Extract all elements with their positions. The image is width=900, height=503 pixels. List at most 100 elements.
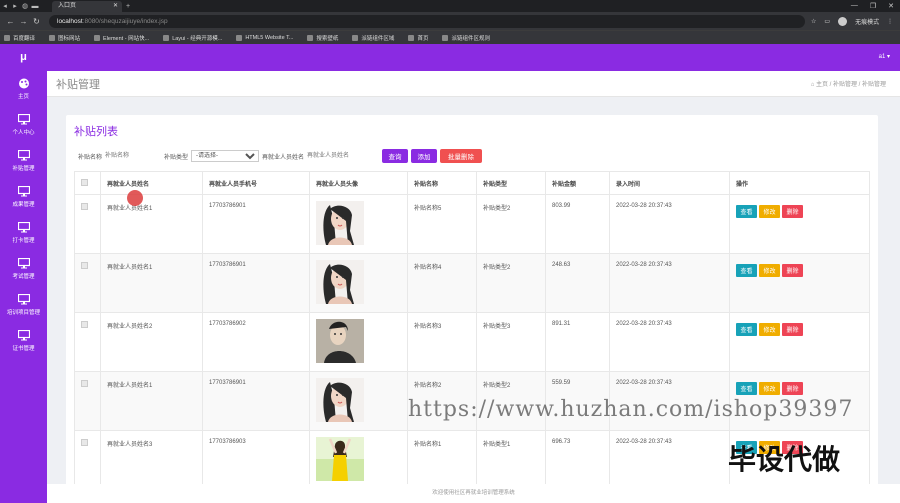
bookmark-item[interactable]: Layui - 经典开源模... xyxy=(163,34,222,42)
restore-icon[interactable]: ❐ xyxy=(870,2,876,10)
delete-button[interactable]: 删除 xyxy=(782,323,803,336)
cell-avatar xyxy=(309,194,408,254)
delete-button[interactable]: 删除 xyxy=(782,382,803,395)
bookmark-label: 图标网站 xyxy=(58,35,81,42)
card-title: 补贴列表 xyxy=(74,126,118,138)
bookmark-icon xyxy=(442,34,449,41)
watermark-url: https://www.huzhan.com/ishop39397 xyxy=(408,397,854,422)
batch-delete-button[interactable]: 批量删除 xyxy=(440,149,483,163)
palette-icon xyxy=(18,78,29,89)
tab-list-icon[interactable]: ▸ xyxy=(10,2,20,10)
cell-name: 再就业人员姓名1 xyxy=(100,253,203,313)
star-icon[interactable]: ☆ xyxy=(811,18,816,25)
tab-search-icon[interactable]: ◂ xyxy=(0,2,10,10)
delete-button[interactable]: 删除 xyxy=(782,264,803,277)
subsidy-name-input[interactable] xyxy=(102,150,163,162)
edit-button[interactable]: 修改 xyxy=(759,323,780,336)
back-icon[interactable]: ← xyxy=(4,17,17,26)
row-checkbox[interactable] xyxy=(81,203,88,210)
subsidy-type-select[interactable]: -请选择- xyxy=(191,150,260,162)
cell-avatar xyxy=(309,312,408,372)
window-controls: — ❐ ✕ xyxy=(851,2,900,10)
cell-subsidy: 补贴名称5 xyxy=(407,194,477,254)
bookmark-item[interactable]: 百度翻译 xyxy=(4,34,35,42)
view-button[interactable]: 查看 xyxy=(736,205,757,218)
row-checkbox[interactable] xyxy=(81,262,88,269)
menu-icon[interactable]: ⋮ xyxy=(887,18,893,25)
url-field[interactable]: localhost:8080/shequzaijiuye/index.jsp xyxy=(49,14,805,28)
sidebar-item-1[interactable]: 个人中心 xyxy=(0,107,47,143)
url-host: localhost xyxy=(57,17,83,25)
monitor-icon xyxy=(17,150,30,161)
cell-amount: 696.73 xyxy=(545,430,610,490)
sidebar-item-2[interactable]: 补贴管理 xyxy=(0,143,47,179)
breadcrumb[interactable]: ⌂ 主页 / 补贴管理 / 补贴管理 xyxy=(811,79,886,88)
bookmark-icon xyxy=(307,34,314,41)
sidebar-item-3[interactable]: 成果管理 xyxy=(0,179,47,215)
avatar xyxy=(316,437,364,481)
cell-phone: 17703786901 xyxy=(202,194,310,254)
edit-button[interactable]: 修改 xyxy=(759,205,780,218)
reload-icon[interactable]: ↻ xyxy=(30,17,43,26)
bookmark-item[interactable]: Element - 网站快... xyxy=(94,34,149,42)
user-menu[interactable]: a1 ▾ xyxy=(879,53,890,60)
bookmark-icon xyxy=(408,34,415,41)
cell-time: 2022-03-28 20:37:43 xyxy=(609,253,730,313)
new-tab-icon[interactable]: + xyxy=(126,3,130,10)
add-button[interactable]: 添加 xyxy=(411,149,438,163)
browser-tab[interactable]: 入口页 ✕ xyxy=(52,0,122,12)
edit-button[interactable]: 修改 xyxy=(759,264,780,277)
search-bar: 补贴名称 补贴类型 -请选择- 再就业人员姓名 查询 添加 批量删除 xyxy=(78,149,483,163)
bookmark-icon xyxy=(49,34,56,41)
tab-close-icon[interactable]: ✕ xyxy=(113,1,118,12)
sidebar-item-label: 培训项目管理 xyxy=(6,310,40,316)
view-button[interactable]: 查看 xyxy=(736,323,757,336)
delete-button[interactable]: 删除 xyxy=(782,205,803,218)
bookmark-item[interactable]: 派链组件区域 xyxy=(352,34,394,42)
select-all-checkbox[interactable] xyxy=(81,178,88,186)
bookmark-label: 搜索壁纸 xyxy=(316,35,339,42)
view-button[interactable]: 查看 xyxy=(736,264,757,277)
cell-type: 补贴类型3 xyxy=(476,312,546,372)
close-window-icon[interactable]: ✕ xyxy=(888,2,894,10)
table-row: 再就业人员姓名2 17703786902 补贴名称3 补贴类型3 891.31 2022-… xyxy=(74,312,870,372)
query-button[interactable]: 查询 xyxy=(382,149,409,163)
col-header: 补贴类型 xyxy=(476,171,546,195)
sidebar-item-4[interactable]: 打卡管理 xyxy=(0,215,47,251)
minimize-icon[interactable]: — xyxy=(851,2,858,10)
bookmark-item[interactable]: 搜索壁纸 xyxy=(307,34,338,42)
tab-icon[interactable]: ▬ xyxy=(30,3,40,10)
forward-icon[interactable]: → xyxy=(17,17,30,26)
bookmark-item[interactable]: HTML5 Website T... xyxy=(236,34,293,41)
sidebar-item-label: 补贴管理 xyxy=(12,166,35,172)
bookmark-item[interactable]: 首页 xyxy=(408,34,428,42)
row-checkbox[interactable] xyxy=(81,380,88,387)
profile-label[interactable]: 无痕模式 xyxy=(855,17,879,26)
incognito-avatar[interactable] xyxy=(838,16,848,26)
bookmark-item[interactable]: 派链组件区规则 xyxy=(442,34,490,42)
cell-time: 2022-03-28 20:37:43 xyxy=(609,430,730,490)
bookmark-icon xyxy=(352,34,359,41)
sidebar-item-7[interactable]: 证书管理 xyxy=(0,323,47,359)
sidebar-icon[interactable]: ▭ xyxy=(824,18,830,25)
table-row: 再就业人员姓名1 17703786901 补贴名称5 补贴类型2 803.99 2022-… xyxy=(74,194,870,254)
view-button[interactable]: 查看 xyxy=(736,382,757,395)
sidebar-item-5[interactable]: 考试管理 xyxy=(0,251,47,287)
sidebar-item-0[interactable]: 主页 xyxy=(0,71,47,107)
cell-phone: 17703786903 xyxy=(202,430,310,490)
cell-type: 补贴类型2 xyxy=(476,253,546,313)
cell-avatar xyxy=(309,430,408,490)
footer: 欢迎使用社区再就业培训管理系统 xyxy=(47,484,900,503)
bookmark-label: Element - 网站快... xyxy=(103,35,150,42)
person-name-input[interactable] xyxy=(304,150,379,162)
row-checkbox[interactable] xyxy=(81,321,88,328)
avatar xyxy=(316,378,364,422)
bookmarks-bar: 百度翻译 图标网站 Element - 网站快... Layui - 经典开源模...… xyxy=(0,30,900,44)
edit-button[interactable]: 修改 xyxy=(759,382,780,395)
cell-phone: 17703786901 xyxy=(202,371,310,431)
sidebar-item-label: 打卡管理 xyxy=(12,238,35,244)
row-checkbox[interactable] xyxy=(81,439,88,446)
sidebar-item-6[interactable]: 培训项目管理 xyxy=(0,287,47,323)
globe-icon[interactable]: ◍ xyxy=(20,2,30,10)
bookmark-item[interactable]: 图标网站 xyxy=(49,34,80,42)
